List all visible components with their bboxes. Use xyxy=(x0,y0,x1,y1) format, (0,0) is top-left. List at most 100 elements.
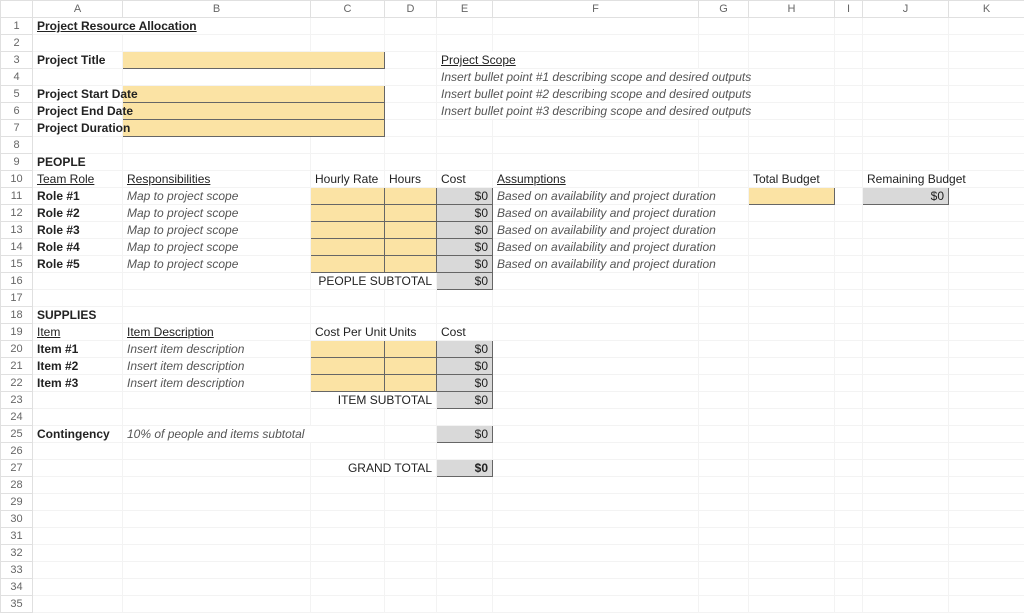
cell-D25[interactable] xyxy=(385,426,437,443)
cell-A14[interactable]: Role #4 xyxy=(33,239,123,256)
cell-E11[interactable]: $0 xyxy=(437,188,493,205)
cell-B8[interactable] xyxy=(123,137,311,154)
cell-J3[interactable] xyxy=(863,52,949,69)
cell-A25[interactable]: Contingency xyxy=(33,426,123,443)
cell-A5[interactable]: Project Start Date xyxy=(33,86,123,103)
cell-F31[interactable] xyxy=(493,528,699,545)
cell-K20[interactable] xyxy=(949,341,1024,358)
cell-J34[interactable] xyxy=(863,579,949,596)
cell-E23[interactable]: $0 xyxy=(437,392,493,409)
cell-H17[interactable] xyxy=(749,290,835,307)
row-header-20[interactable]: 20 xyxy=(1,341,33,358)
cell-K30[interactable] xyxy=(949,511,1024,528)
col-header-J[interactable]: J xyxy=(863,1,949,18)
cell-D23[interactable]: ITEM SUBTOTAL xyxy=(311,392,437,409)
cell-G9[interactable] xyxy=(699,154,749,171)
cell-J16[interactable] xyxy=(863,273,949,290)
cell-I32[interactable] xyxy=(835,545,863,562)
cell-G7[interactable] xyxy=(699,120,749,137)
row-header-12[interactable]: 12 xyxy=(1,205,33,222)
cell-K21[interactable] xyxy=(949,358,1024,375)
cell-J31[interactable] xyxy=(863,528,949,545)
row-header-1[interactable]: 1 xyxy=(1,18,33,35)
cell-K25[interactable] xyxy=(949,426,1024,443)
cell-K9[interactable] xyxy=(949,154,1024,171)
cell-K3[interactable] xyxy=(949,52,1024,69)
cell-H4[interactable] xyxy=(749,69,835,86)
cell-E9[interactable] xyxy=(437,154,493,171)
row-header-18[interactable]: 18 xyxy=(1,307,33,324)
cell-E31[interactable] xyxy=(437,528,493,545)
row-header-29[interactable]: 29 xyxy=(1,494,33,511)
row-header-2[interactable]: 2 xyxy=(1,35,33,52)
cell-E32[interactable] xyxy=(437,545,493,562)
cell-B27[interactable] xyxy=(123,460,311,477)
cell-I13[interactable] xyxy=(835,222,863,239)
cell-F8[interactable] xyxy=(493,137,699,154)
cell-D30[interactable] xyxy=(385,511,437,528)
row-header-28[interactable]: 28 xyxy=(1,477,33,494)
cell-D11[interactable] xyxy=(385,188,437,205)
cell-J20[interactable] xyxy=(863,341,949,358)
cell-D12[interactable] xyxy=(385,205,437,222)
cell-D15[interactable] xyxy=(385,256,437,273)
cell-C1[interactable] xyxy=(311,18,385,35)
cell-E26[interactable] xyxy=(437,443,493,460)
cell-A32[interactable] xyxy=(33,545,123,562)
cell-I4[interactable] xyxy=(835,69,863,86)
cell-D33[interactable] xyxy=(385,562,437,579)
cell-C32[interactable] xyxy=(311,545,385,562)
cell-F20[interactable] xyxy=(493,341,699,358)
col-header-F[interactable]: F xyxy=(493,1,699,18)
cell-E21[interactable]: $0 xyxy=(437,358,493,375)
col-header-K[interactable]: K xyxy=(949,1,1024,18)
row-header-24[interactable]: 24 xyxy=(1,409,33,426)
cell-B24[interactable] xyxy=(123,409,311,426)
cell-F32[interactable] xyxy=(493,545,699,562)
row-header-11[interactable]: 11 xyxy=(1,188,33,205)
cell-K2[interactable] xyxy=(949,35,1024,52)
cell-I23[interactable] xyxy=(835,392,863,409)
cell-G2[interactable] xyxy=(699,35,749,52)
cell-D8[interactable] xyxy=(385,137,437,154)
cell-I35[interactable] xyxy=(835,596,863,613)
cell-I21[interactable] xyxy=(835,358,863,375)
row-header-3[interactable]: 3 xyxy=(1,52,33,69)
cell-F27[interactable] xyxy=(493,460,699,477)
row-header-4[interactable]: 4 xyxy=(1,69,33,86)
row-header-33[interactable]: 33 xyxy=(1,562,33,579)
cell-C10[interactable]: Hourly Rate xyxy=(311,171,385,188)
cell-E33[interactable] xyxy=(437,562,493,579)
cell-K26[interactable] xyxy=(949,443,1024,460)
cell-B17[interactable] xyxy=(123,290,311,307)
cell-G31[interactable] xyxy=(699,528,749,545)
row-header-8[interactable]: 8 xyxy=(1,137,33,154)
cell-A33[interactable] xyxy=(33,562,123,579)
cell-D19[interactable]: Units xyxy=(385,324,437,341)
cell-F15[interactable]: Based on availability and project durati… xyxy=(493,256,749,273)
cell-J19[interactable] xyxy=(863,324,949,341)
cell-D2[interactable] xyxy=(385,35,437,52)
cell-E4[interactable]: Insert bullet point #1 describing scope … xyxy=(437,69,749,86)
cell-C20[interactable] xyxy=(311,341,385,358)
cell-E2[interactable] xyxy=(437,35,493,52)
cell-B32[interactable] xyxy=(123,545,311,562)
cell-J6[interactable] xyxy=(863,103,949,120)
cell-K29[interactable] xyxy=(949,494,1024,511)
row-header-15[interactable]: 15 xyxy=(1,256,33,273)
cell-I17[interactable] xyxy=(835,290,863,307)
cell-C19[interactable]: Cost Per Unit xyxy=(311,324,385,341)
cell-F11[interactable]: Based on availability and project durati… xyxy=(493,188,749,205)
cell-K7[interactable] xyxy=(949,120,1024,137)
cell-B29[interactable] xyxy=(123,494,311,511)
cell-E34[interactable] xyxy=(437,579,493,596)
cell-C33[interactable] xyxy=(311,562,385,579)
cell-B22[interactable]: Insert item description xyxy=(123,375,311,392)
col-header-I[interactable]: I xyxy=(835,1,863,18)
cell-F24[interactable] xyxy=(493,409,699,426)
col-header-E[interactable]: E xyxy=(437,1,493,18)
cell-A24[interactable] xyxy=(33,409,123,426)
cell-J2[interactable] xyxy=(863,35,949,52)
cell-I5[interactable] xyxy=(835,86,863,103)
cell-H18[interactable] xyxy=(749,307,835,324)
